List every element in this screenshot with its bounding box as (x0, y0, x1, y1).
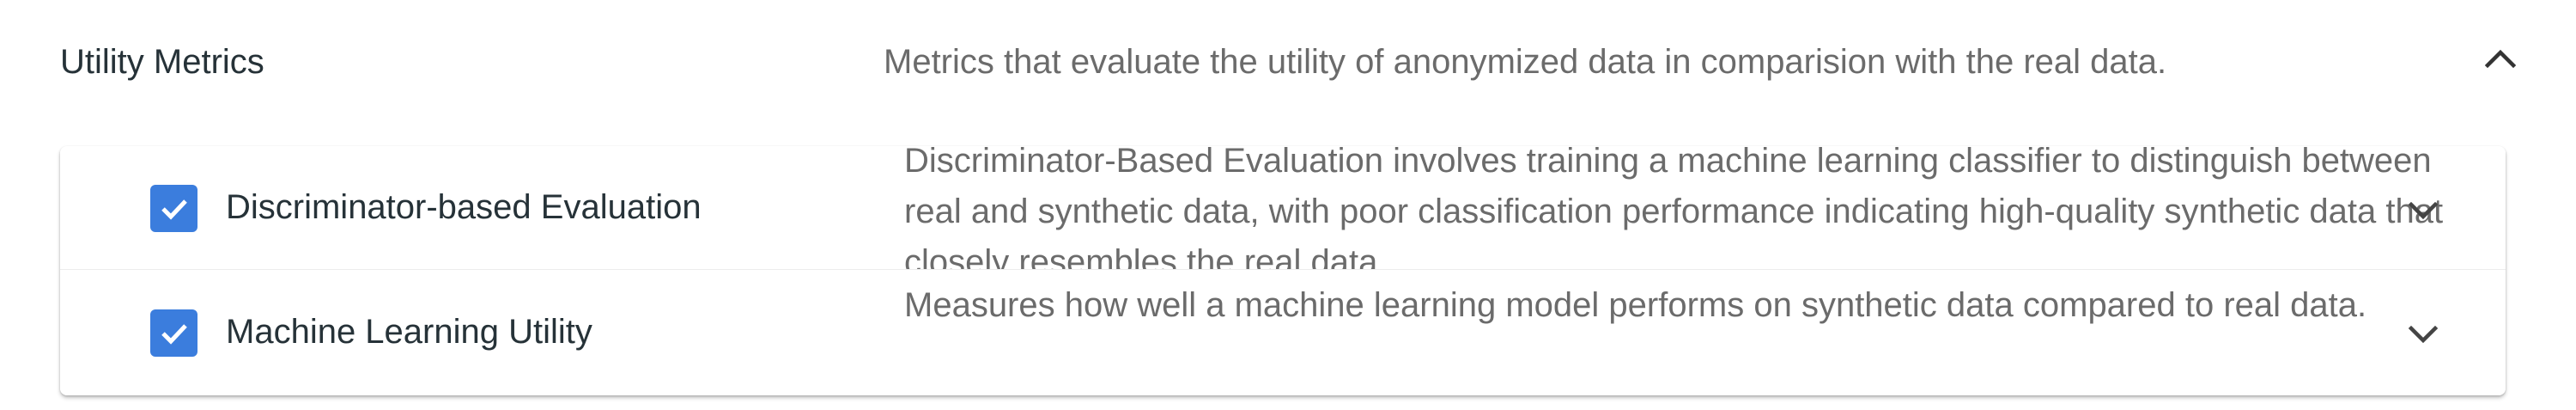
metric-checkbox[interactable] (150, 309, 197, 357)
utility-metrics-panel: Utility Metrics Metrics that evaluate th… (0, 0, 2576, 410)
metric-description: Measures how well a machine learning mod… (904, 286, 2367, 324)
expand-metric-button[interactable] (2396, 309, 2451, 358)
metric-label: Machine Learning Utility (226, 313, 592, 351)
utility-metrics-header[interactable]: Utility Metrics Metrics that evaluate th… (0, 0, 2576, 129)
chevron-down-icon (2408, 325, 2439, 344)
collapse-section-button[interactable] (2473, 34, 2528, 83)
expand-metric-button[interactable] (2396, 186, 2451, 234)
section-description: Metrics that evaluate the utility of ano… (884, 43, 2167, 81)
metric-item-ml-utility[interactable]: Machine Learning Utility Measures how we… (60, 270, 2506, 395)
section-title: Utility Metrics (60, 43, 264, 81)
metric-description: Discriminator-Based Evaluation involves … (904, 146, 2444, 270)
metrics-list: Discriminator-based Evaluation Discrimin… (60, 146, 2506, 395)
metric-checkbox[interactable] (150, 185, 197, 232)
chevron-up-icon (2484, 49, 2517, 69)
metric-item-discriminator[interactable]: Discriminator-based Evaluation Discrimin… (60, 146, 2506, 270)
checkmark-icon (161, 323, 187, 345)
checkmark-icon (161, 199, 187, 220)
chevron-down-icon (2408, 201, 2439, 220)
metric-label: Discriminator-based Evaluation (226, 188, 702, 226)
